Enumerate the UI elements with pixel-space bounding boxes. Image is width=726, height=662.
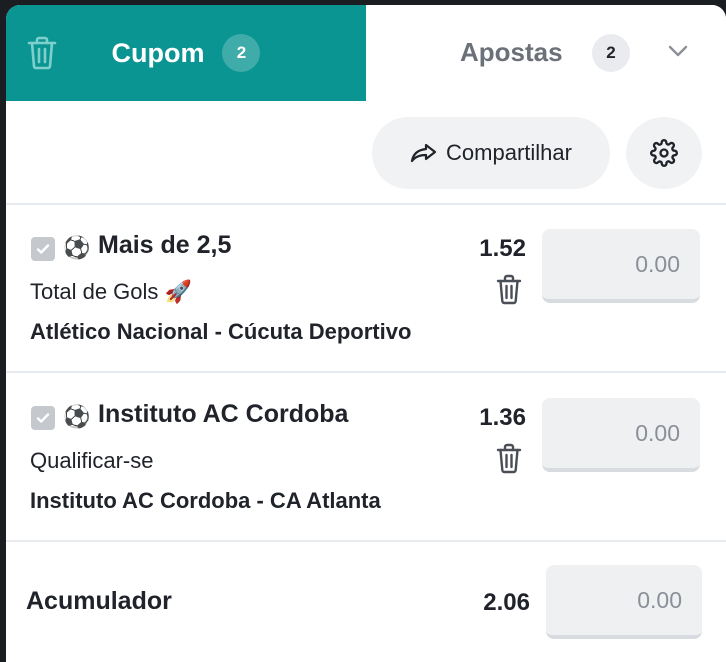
bet-item: ⚽ Mais de 2,5 Total de Gols 🚀 Atlético N…: [6, 205, 726, 373]
betslip-toolbar: Compartilhar: [6, 103, 726, 205]
bet-match: Instituto AC Cordoba - CA Atlanta: [30, 488, 381, 513]
checkmark-icon: [36, 244, 50, 254]
bet-odds: 1.52: [479, 235, 526, 262]
tab-apostas-label: Apostas: [460, 37, 563, 67]
bet-checkbox[interactable]: [31, 237, 55, 261]
tab-cupom[interactable]: Cupom 2: [6, 5, 366, 101]
tab-apostas-count-badge: 2: [592, 34, 630, 72]
accumulator-row: Acumulador 2.06: [6, 543, 726, 662]
trash-icon[interactable]: [495, 274, 523, 306]
bet-market: Total de Gols 🚀: [30, 279, 192, 304]
bet-checkbox[interactable]: [31, 406, 55, 430]
share-icon: [410, 143, 437, 163]
soccer-ball-icon: ⚽: [63, 404, 91, 429]
accumulator-stake-input[interactable]: [546, 565, 702, 639]
bet-match: Atlético Nacional - Cúcuta Deportivo: [30, 319, 412, 344]
gear-icon: [650, 139, 678, 167]
share-button[interactable]: Compartilhar: [372, 117, 610, 189]
tab-apostas[interactable]: Apostas 2: [366, 5, 726, 101]
stake-input[interactable]: [542, 398, 700, 472]
betslip-tabs: Cupom 2 Apostas 2: [6, 5, 726, 101]
checkmark-icon: [36, 413, 50, 423]
tab-cupom-label: Cupom: [111, 37, 205, 68]
tab-cupom-count-badge: 2: [222, 34, 261, 72]
accumulator-label: Acumulador: [26, 587, 172, 615]
share-button-label: Compartilhar: [446, 140, 572, 165]
chevron-down-icon[interactable]: [666, 43, 690, 59]
betslip-panel: Cupom 2 Apostas 2 Compartilhar ⚽ Mais de…: [6, 5, 726, 662]
bet-odds: 1.36: [479, 404, 526, 431]
bet-selection: Mais de 2,5: [98, 231, 232, 259]
trash-icon[interactable]: [495, 443, 523, 475]
bet-item: ⚽ Instituto AC Cordoba Qualificar-se Ins…: [6, 374, 726, 542]
settings-button[interactable]: [626, 117, 702, 189]
bet-selection: Instituto AC Cordoba: [98, 400, 349, 428]
bet-market: Qualificar-se: [30, 448, 154, 473]
soccer-ball-icon: ⚽: [63, 235, 91, 260]
trash-icon[interactable]: [26, 35, 58, 71]
stake-input[interactable]: [542, 229, 700, 303]
accumulator-odds: 2.06: [483, 589, 530, 616]
